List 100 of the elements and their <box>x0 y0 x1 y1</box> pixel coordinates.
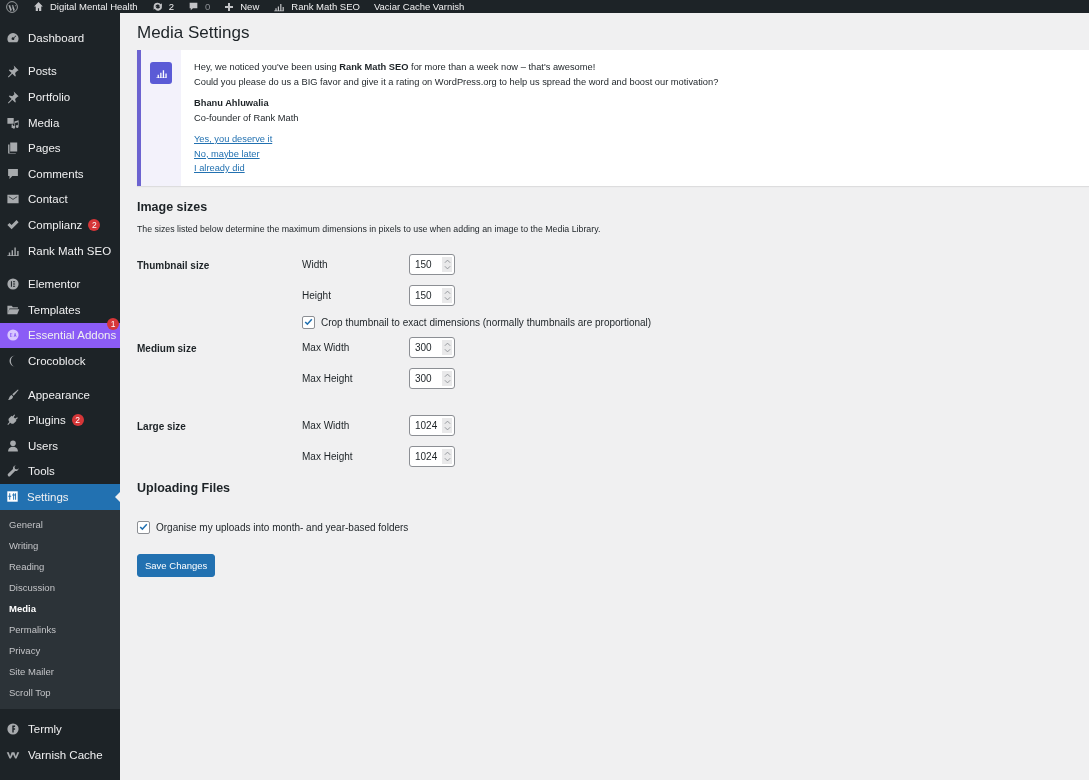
sidebar-label: Media <box>28 116 60 129</box>
checkbox[interactable] <box>302 316 315 329</box>
toolbar-item[interactable]: 2 <box>144 1 181 12</box>
sidebar-item[interactable]: Termly <box>0 716 120 743</box>
sidebar-label: Crocoblock <box>28 354 86 367</box>
count-badge: 2 <box>88 218 101 231</box>
spinner-icon[interactable] <box>442 449 452 464</box>
sidebar-item[interactable]: Dashboard <box>0 25 120 51</box>
sidebar-item[interactable]: Plugins 2 <box>0 407 120 433</box>
toolbar-label: 0 <box>204 1 211 12</box>
author-name: Bhanu Ahluwalia <box>194 97 270 110</box>
sidebar-label: Plugins <box>28 414 66 427</box>
sidebar-label: Portfolio <box>28 91 71 103</box>
save-changes-button[interactable]: Save Changes <box>137 554 216 577</box>
pages-icon <box>6 141 20 156</box>
plus-icon <box>224 1 235 12</box>
submenu-item[interactable]: General <box>0 513 120 535</box>
sidebar-label: Posts <box>28 65 57 78</box>
checkmark-icon <box>6 217 20 232</box>
submenu-item[interactable]: Reading <box>0 555 120 577</box>
sidebar-item[interactable]: Rank Math SEO <box>0 237 120 264</box>
bar-chart-logo-icon <box>150 62 172 84</box>
submenu-item[interactable]: Writing <box>0 534 120 556</box>
sidebar-item[interactable]: Settings <box>0 484 120 510</box>
sidebar-label: Pages <box>28 142 61 155</box>
sidebar-label: Settings <box>27 490 69 503</box>
user-icon <box>6 438 20 453</box>
sidebar-label: Varnish Cache <box>28 749 103 762</box>
toolbar-label: Digital Mental Health <box>50 1 138 12</box>
sidebar-label: Complianz <box>28 218 83 231</box>
section-description: The sizes listed below determine the maximum dimensions in pixels to use when adding an image to the Media Library. <box>137 224 602 234</box>
submenu-item[interactable]: Permalinks <box>0 618 120 640</box>
pushpin-icon <box>6 64 20 79</box>
sidebar-item[interactable]: Posts <box>0 58 120 85</box>
checkbox-label: Organise my uploads into month- and year-based folders <box>156 522 409 533</box>
sidebar-item[interactable]: Portfolio <box>0 84 120 110</box>
notice-text: Hey, we noticed you've been using Rank Math SEO for more than a week now – that's awesome! <box>194 61 597 74</box>
wrench-icon <box>6 464 20 479</box>
field-label: Max Width <box>302 342 351 353</box>
sidebar-item[interactable]: Complianz 2 <box>0 212 120 238</box>
toolbar-item[interactable]: New <box>217 1 267 12</box>
submenu-item[interactable]: Site Mailer <box>0 660 120 682</box>
section-heading: Uploading Files <box>137 481 232 495</box>
ea-logo-icon <box>6 328 20 343</box>
toolbar-label: 2 <box>168 1 174 12</box>
spinner-icon[interactable] <box>442 418 452 433</box>
sidebar-item[interactable]: Media <box>0 109 120 136</box>
pushpin-icon <box>6 90 20 104</box>
sidebar-item[interactable]: Appearance <box>0 381 120 408</box>
sidebar-item[interactable]: Pages <box>0 135 120 161</box>
spinner-icon[interactable] <box>442 371 452 386</box>
paintbrush-icon <box>6 387 20 402</box>
notice-link[interactable]: Yes, you deserve it <box>194 132 273 147</box>
sidebar-label: Comments <box>28 167 84 180</box>
sidebar-item[interactable]: Contact <box>0 186 120 213</box>
speech-bubble-icon <box>187 1 199 12</box>
submenu-item[interactable]: Privacy <box>0 639 120 661</box>
sidebar-item[interactable]: Varnish Cache <box>0 742 120 768</box>
sidebar-label: Appearance <box>28 388 91 401</box>
field-label: Height <box>302 290 332 301</box>
media-icon <box>6 115 20 130</box>
spinner-icon[interactable] <box>442 340 452 355</box>
submenu-item[interactable]: Discussion <box>0 576 120 598</box>
notice-text: Could you please do us a BIG favor and give it a rating on WordPress.org to help us spread the word and boost our motivation? <box>194 76 719 89</box>
toolbar-item[interactable]: 0 <box>180 1 218 12</box>
sidebar-label: Templates <box>28 303 81 316</box>
house-icon <box>33 1 44 12</box>
sidebar-label: Tools <box>28 465 55 478</box>
sidebar-item[interactable]: Comments <box>0 160 120 187</box>
spinner-icon[interactable] <box>442 257 452 272</box>
sidebar-label: Elementor <box>28 278 81 291</box>
submenu-item[interactable]: Media <box>0 597 120 619</box>
notice-link[interactable]: I already did <box>194 161 245 176</box>
page-title: Media Settings <box>137 23 251 43</box>
gauge-icon <box>6 30 20 45</box>
speech-bubble-icon <box>6 166 20 181</box>
sidebar-item[interactable]: Users <box>0 432 120 459</box>
spinner-icon[interactable] <box>442 288 452 303</box>
sidebar-label: Dashboard <box>28 31 85 44</box>
sidebar-item[interactable]: Crocoblock <box>0 348 120 374</box>
e-circle-icon <box>6 277 20 292</box>
toolbar-item[interactable]: Rank Math SEO <box>266 0 367 13</box>
row-label: Thumbnail size <box>137 259 211 273</box>
author-role: Co-founder of Rank Math <box>194 112 300 125</box>
row-label: Medium size <box>137 342 198 356</box>
sidebar-item[interactable]: Elementor <box>0 271 120 297</box>
field-label: Max Height <box>302 451 354 462</box>
toolbar-item[interactable]: Digital Mental Health <box>26 1 145 12</box>
toolbar-label: New <box>240 1 260 12</box>
submenu-item[interactable]: Scroll Top <box>0 681 120 703</box>
notice-link[interactable]: No, maybe later <box>194 146 260 161</box>
field-label: Max Height <box>302 373 354 384</box>
checkbox[interactable] <box>137 521 150 534</box>
sliders-icon <box>6 490 19 504</box>
count-badge: 2 <box>71 414 84 427</box>
section-heading: Image sizes <box>137 200 209 214</box>
sidebar-item[interactable]: Tools <box>0 458 120 485</box>
sidebar-label: Essential Addons <box>28 329 117 342</box>
sidebar-label: Rank Math SEO <box>28 244 112 257</box>
sidebar-label: Termly <box>28 723 62 736</box>
